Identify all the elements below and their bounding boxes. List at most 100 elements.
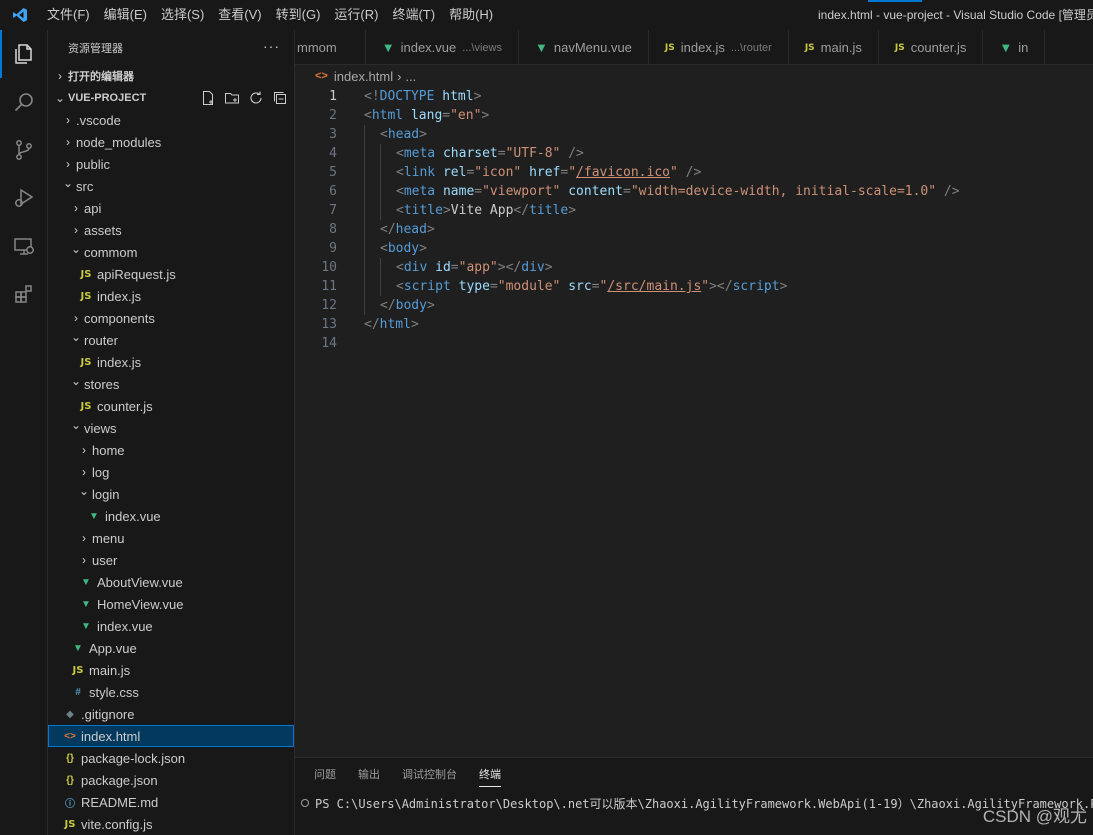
remote-explorer-icon[interactable]	[0, 222, 48, 270]
code-attribute: id	[435, 260, 451, 275]
new-folder-icon[interactable]	[224, 90, 240, 106]
folder-item[interactable]: › api	[48, 197, 294, 219]
panel-tab[interactable]: 终端	[479, 758, 501, 793]
code-content[interactable]: <html lang="en">	[337, 106, 489, 125]
file-item[interactable]: ◆ .gitignore	[48, 703, 294, 725]
code-content[interactable]: <div id="app"></div>	[337, 258, 553, 277]
code-content[interactable]: </html>	[337, 315, 419, 334]
folder-item[interactable]: › public	[48, 153, 294, 175]
code-attribute: name	[442, 184, 475, 199]
new-file-icon[interactable]	[200, 90, 216, 106]
code-punctuation: </	[513, 203, 530, 218]
menu-item[interactable]: 运行(R)	[327, 0, 385, 30]
file-item[interactable]: # style.css	[48, 681, 294, 703]
editor-tab[interactable]: ▼ index.vue ...\views	[366, 30, 519, 64]
file-item[interactable]: JS index.js	[48, 351, 294, 373]
code-punctuation: =	[623, 184, 631, 199]
code-content[interactable]: <!DOCTYPE html>	[337, 87, 481, 106]
folder-item[interactable]: › home	[48, 439, 294, 461]
file-item[interactable]: ⓘ README.md	[48, 791, 294, 813]
menu-item[interactable]: 转到(G)	[269, 0, 328, 30]
tree-item-label: assets	[84, 222, 122, 238]
folder-item[interactable]: › assets	[48, 219, 294, 241]
extensions-icon[interactable]	[0, 270, 48, 318]
panel-tab[interactable]: 输出	[358, 758, 380, 793]
folder-item[interactable]: ⌄ login	[48, 483, 294, 505]
explorer-icon[interactable]	[0, 30, 48, 78]
code-content[interactable]: <meta charset="UTF-8" />	[337, 144, 584, 163]
file-item[interactable]: ▼ index.vue	[48, 615, 294, 637]
editor-tab[interactable]: mmom	[295, 30, 366, 64]
breadcrumb-file[interactable]: index.html	[334, 69, 393, 84]
code-line: 14	[295, 334, 1093, 353]
folder-item[interactable]: › log	[48, 461, 294, 483]
code-content[interactable]: <head>	[337, 125, 427, 144]
open-editors-section[interactable]: › 打开的编辑器	[48, 65, 294, 87]
menu-item[interactable]: 文件(F)	[40, 0, 97, 30]
file-item[interactable]: ▼ HomeView.vue	[48, 593, 294, 615]
editor-tab[interactable]: ▼ in	[983, 30, 1046, 64]
code-content[interactable]: <title>Vite App</title>	[337, 201, 576, 220]
breadcrumb-rest[interactable]: ...	[405, 69, 416, 84]
run-debug-icon[interactable]	[0, 174, 48, 222]
line-number: 10	[321, 260, 337, 275]
folder-item[interactable]: › node_modules	[48, 131, 294, 153]
collapse-all-icon[interactable]	[272, 90, 288, 106]
open-editors-label: 打开的编辑器	[68, 71, 134, 83]
menu-item[interactable]: 编辑(E)	[97, 0, 154, 30]
refresh-icon[interactable]	[248, 90, 264, 106]
source-control-icon[interactable]	[0, 126, 48, 174]
editor-tab[interactable]: JS counter.js	[879, 30, 984, 64]
code-line: 3 <head>	[295, 125, 1093, 144]
file-item[interactable]: ▼ index.vue	[48, 505, 294, 527]
file-item[interactable]: JS apiRequest.js	[48, 263, 294, 285]
code-content[interactable]: </body>	[337, 296, 435, 315]
code-attribute: lang	[410, 108, 443, 123]
menu-item[interactable]: 查看(V)	[211, 0, 268, 30]
code-content[interactable]: <body>	[337, 239, 427, 258]
folder-item[interactable]: ⌄ stores	[48, 373, 294, 395]
code-content[interactable]: </head>	[337, 220, 435, 239]
folder-item[interactable]: › menu	[48, 527, 294, 549]
file-item[interactable]: JS counter.js	[48, 395, 294, 417]
folder-item[interactable]: › components	[48, 307, 294, 329]
panel-tab[interactable]: 调试控制台	[402, 758, 457, 793]
menu-item[interactable]: 帮助(H)	[442, 0, 500, 30]
code-content[interactable]: <meta name="viewport" content="width=dev…	[337, 182, 960, 201]
terminal-line[interactable]: PS C:\Users\Administrator\Desktop\.net可以…	[295, 793, 1093, 813]
chevron-right-icon: ›	[66, 135, 70, 149]
code-content[interactable]: <link rel="icon" href="/favicon.ico" />	[337, 163, 701, 182]
code-content[interactable]	[337, 334, 364, 353]
file-item[interactable]: <> index.html	[48, 725, 294, 747]
editor-tab[interactable]: JS index.js ...\router	[649, 30, 789, 64]
editor-tab[interactable]: JS main.js	[789, 30, 879, 64]
editor-tab[interactable]: ▼ navMenu.vue	[519, 30, 649, 64]
folder-item[interactable]: ⌄ src	[48, 175, 294, 197]
tree-item-label: apiRequest.js	[97, 266, 176, 282]
file-item[interactable]: JS vite.config.js	[48, 813, 294, 835]
code-punctuation: =	[450, 260, 459, 275]
folder-item[interactable]: ⌄ commom	[48, 241, 294, 263]
file-item[interactable]: {} package-lock.json	[48, 747, 294, 769]
more-actions-icon[interactable]: ···	[263, 38, 280, 54]
file-item[interactable]: {} package.json	[48, 769, 294, 791]
chevron-down-icon: ⌄	[62, 176, 74, 190]
search-icon[interactable]	[0, 78, 48, 126]
vscode-logo-icon[interactable]	[0, 0, 40, 30]
panel-tab[interactable]: 问题	[314, 758, 336, 793]
folder-item[interactable]: › user	[48, 549, 294, 571]
menu-item[interactable]: 终端(T)	[385, 0, 442, 30]
code-content[interactable]: <script type="module" src="/src/main.js"…	[337, 277, 787, 296]
folder-item[interactable]: ⌄ router	[48, 329, 294, 351]
folder-item[interactable]: ⌄ views	[48, 417, 294, 439]
file-item[interactable]: JS main.js	[48, 659, 294, 681]
code-punctuation: >	[779, 279, 788, 294]
file-item[interactable]: ▼ App.vue	[48, 637, 294, 659]
menu-item[interactable]: 选择(S)	[154, 0, 211, 30]
file-item[interactable]: JS index.js	[48, 285, 294, 307]
code-tag-name: html	[379, 317, 411, 332]
code-editor[interactable]: 1 <!DOCTYPE html> 2 <html lang="en"> 3 <head>…	[295, 87, 1093, 757]
folder-item[interactable]: › .vscode	[48, 109, 294, 131]
project-section[interactable]: ⌄ VUE-PROJECT	[48, 87, 294, 109]
file-item[interactable]: ▼ AboutView.vue	[48, 571, 294, 593]
